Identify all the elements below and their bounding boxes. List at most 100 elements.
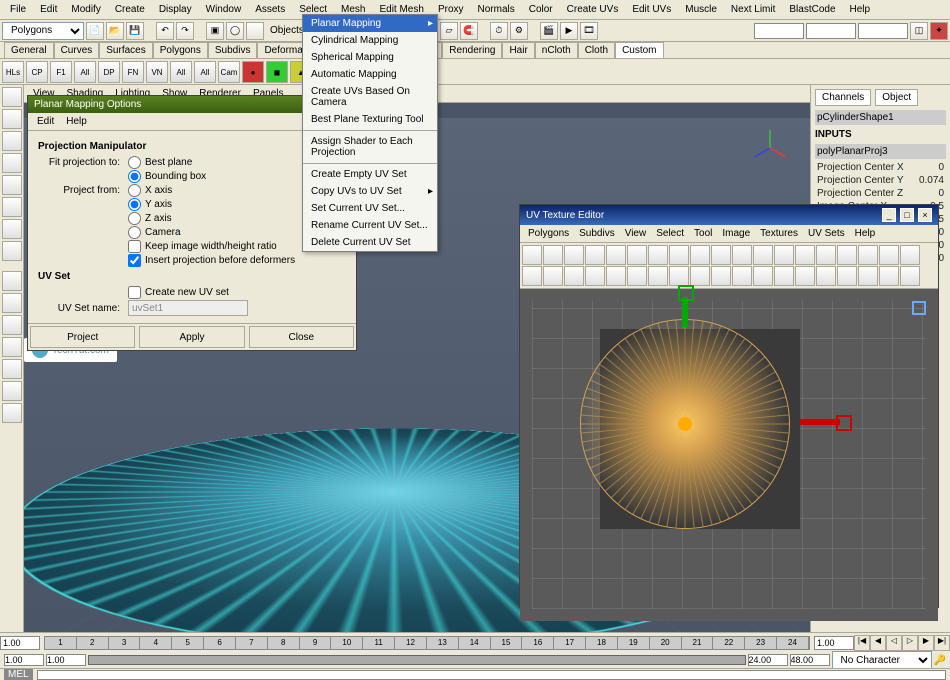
uv-tool-icon[interactable] bbox=[690, 245, 710, 265]
shelf-tab-surfaces[interactable]: Surfaces bbox=[99, 42, 152, 58]
file-new-icon[interactable]: 📄 bbox=[86, 22, 104, 40]
uv-tool-icon[interactable] bbox=[606, 245, 626, 265]
shelf-tab-polygons[interactable]: Polygons bbox=[153, 42, 208, 58]
attr-value[interactable]: 0 bbox=[938, 253, 944, 264]
module-dropdown[interactable]: Polygons bbox=[2, 22, 84, 40]
menu-create-uvs-camera[interactable]: Create UVs Based On Camera bbox=[303, 83, 437, 111]
menu-muscle[interactable]: Muscle bbox=[679, 2, 723, 17]
menu-help[interactable]: Help bbox=[844, 2, 877, 17]
menu-cylindrical-mapping[interactable]: Cylindrical Mapping bbox=[303, 32, 437, 49]
uv-tool-icon[interactable] bbox=[732, 266, 752, 286]
uv-tool-icon[interactable] bbox=[585, 266, 605, 286]
charset-dropdown[interactable]: No Character Set bbox=[832, 651, 932, 669]
uv-tool-icon[interactable] bbox=[543, 266, 563, 286]
close-button[interactable]: Close bbox=[249, 326, 354, 348]
menu-spherical-mapping[interactable]: Spherical Mapping bbox=[303, 49, 437, 66]
uv-tool-icon[interactable] bbox=[648, 266, 668, 286]
uvmenu-polygons[interactable]: Polygons bbox=[524, 227, 573, 240]
uvmenu-subdivs[interactable]: Subdivs bbox=[575, 227, 619, 240]
uvmenu-textures[interactable]: Textures bbox=[756, 227, 802, 240]
uv-tool-icon[interactable] bbox=[690, 266, 710, 286]
range-start-input[interactable] bbox=[4, 654, 44, 666]
uv-tool-icon[interactable] bbox=[627, 266, 647, 286]
uv-tool-icon[interactable] bbox=[753, 245, 773, 265]
construction-icon[interactable]: ⚙ bbox=[510, 22, 528, 40]
keep-ratio-checkbox[interactable] bbox=[128, 240, 141, 253]
uv-tool-icon[interactable] bbox=[627, 245, 647, 265]
uv-tool-icon[interactable] bbox=[837, 245, 857, 265]
rotate-tool-icon[interactable] bbox=[2, 175, 22, 195]
menu-createuvs[interactable]: Create UVs bbox=[561, 2, 625, 17]
play-forward-icon[interactable]: ▷ bbox=[902, 635, 918, 651]
menu-set-current-uvset[interactable]: Set Current UV Set... bbox=[303, 200, 437, 217]
transform-z-input[interactable] bbox=[858, 23, 908, 39]
range-end-input[interactable] bbox=[790, 654, 830, 666]
uv-tool-icon[interactable] bbox=[774, 266, 794, 286]
uv-tool-icon[interactable] bbox=[795, 266, 815, 286]
shelf-btn-hls[interactable]: HLs bbox=[2, 61, 24, 83]
uv-tool-icon[interactable] bbox=[522, 266, 542, 286]
uv-tool-icon[interactable] bbox=[879, 245, 899, 265]
shape-node[interactable]: pCylinderShape1 bbox=[815, 110, 946, 125]
project-button[interactable]: Project bbox=[30, 326, 135, 348]
manip-tool-icon[interactable] bbox=[2, 219, 22, 239]
shelf-tab-cloth[interactable]: Cloth bbox=[578, 42, 615, 58]
soft-tool-icon[interactable] bbox=[2, 241, 22, 261]
shelf-tab-hair[interactable]: Hair bbox=[502, 42, 534, 58]
menu-copy-uvs[interactable]: Copy UVs to UV Set▸ bbox=[303, 183, 437, 200]
menu-edituvs[interactable]: Edit UVs bbox=[626, 2, 677, 17]
menu-nextlimit[interactable]: Next Limit bbox=[725, 2, 781, 17]
close-icon[interactable]: × bbox=[918, 208, 932, 222]
menu-create[interactable]: Create bbox=[109, 2, 151, 17]
menu-file[interactable]: File bbox=[4, 2, 32, 17]
shelf-btn-cube-icon[interactable]: ◼ bbox=[266, 61, 288, 83]
insert-before-checkbox[interactable] bbox=[128, 254, 141, 267]
transform-x-input[interactable] bbox=[754, 23, 804, 39]
shelf-tab-general[interactable]: General bbox=[4, 42, 54, 58]
uv-titlebar[interactable]: UV Texture Editor _ □ × bbox=[520, 205, 938, 225]
uv-tool-icon[interactable] bbox=[564, 245, 584, 265]
uv-tool-icon[interactable] bbox=[774, 245, 794, 265]
step-back-icon[interactable]: ◀ bbox=[870, 635, 886, 651]
attr-value[interactable]: 0 bbox=[938, 188, 944, 199]
command-input[interactable] bbox=[37, 670, 946, 680]
play-back-icon[interactable]: ◁ bbox=[886, 635, 902, 651]
step-forward-icon[interactable]: ▶ bbox=[918, 635, 934, 651]
uv-tool-icon[interactable] bbox=[669, 245, 689, 265]
menu-planar-mapping[interactable]: Planar Mapping▸ bbox=[303, 15, 437, 32]
uv-tool-icon[interactable] bbox=[837, 266, 857, 286]
shelf-btn-fn[interactable]: FN bbox=[122, 61, 144, 83]
shelf-tab-ncloth[interactable]: nCloth bbox=[535, 42, 578, 58]
uv-tool-icon[interactable] bbox=[564, 266, 584, 286]
layout-persp-icon[interactable] bbox=[2, 315, 22, 335]
redo-icon[interactable]: ↷ bbox=[176, 22, 194, 40]
current-frame-input2[interactable] bbox=[814, 636, 854, 650]
uv-tool-icon[interactable] bbox=[585, 245, 605, 265]
lasso-tool-icon[interactable]: ◯ bbox=[226, 22, 244, 40]
uvmenu-help[interactable]: Help bbox=[851, 227, 880, 240]
uvmenu-image[interactable]: Image bbox=[718, 227, 754, 240]
layout-hyper-icon[interactable] bbox=[2, 359, 22, 379]
shelf-btn-vn[interactable]: VN bbox=[146, 61, 168, 83]
attr-value[interactable]: 0 bbox=[938, 240, 944, 251]
history-icon[interactable]: ⏱ bbox=[490, 22, 508, 40]
shelf-tab-custom[interactable]: Custom bbox=[615, 42, 663, 58]
menu-color[interactable]: Color bbox=[523, 2, 559, 17]
layout-icon[interactable]: ◫ bbox=[910, 22, 928, 40]
fit-best-plane-radio[interactable] bbox=[128, 156, 141, 169]
render-settings-icon[interactable]: 🎞 bbox=[580, 22, 598, 40]
shelf-btn-cp[interactable]: CP bbox=[26, 61, 48, 83]
proj-camera-radio[interactable] bbox=[128, 226, 141, 239]
fit-bounding-box-radio[interactable] bbox=[128, 170, 141, 183]
lasso-tool-icon[interactable] bbox=[2, 109, 22, 129]
shelf-btn-all[interactable]: All bbox=[74, 61, 96, 83]
shelf-btn-sphere-icon[interactable]: ● bbox=[242, 61, 264, 83]
uv-tool-icon[interactable] bbox=[711, 266, 731, 286]
shelf-btn-all3[interactable]: All bbox=[194, 61, 216, 83]
uv-tool-icon[interactable] bbox=[522, 245, 542, 265]
snap-live-icon[interactable]: 🧲 bbox=[460, 22, 478, 40]
menu-automatic-mapping[interactable]: Automatic Mapping bbox=[303, 66, 437, 83]
channel-attr-row[interactable]: Projection Center Y0.074 bbox=[815, 174, 946, 187]
select-tool-icon[interactable]: ▣ bbox=[206, 22, 224, 40]
uv-tool-icon[interactable] bbox=[879, 266, 899, 286]
